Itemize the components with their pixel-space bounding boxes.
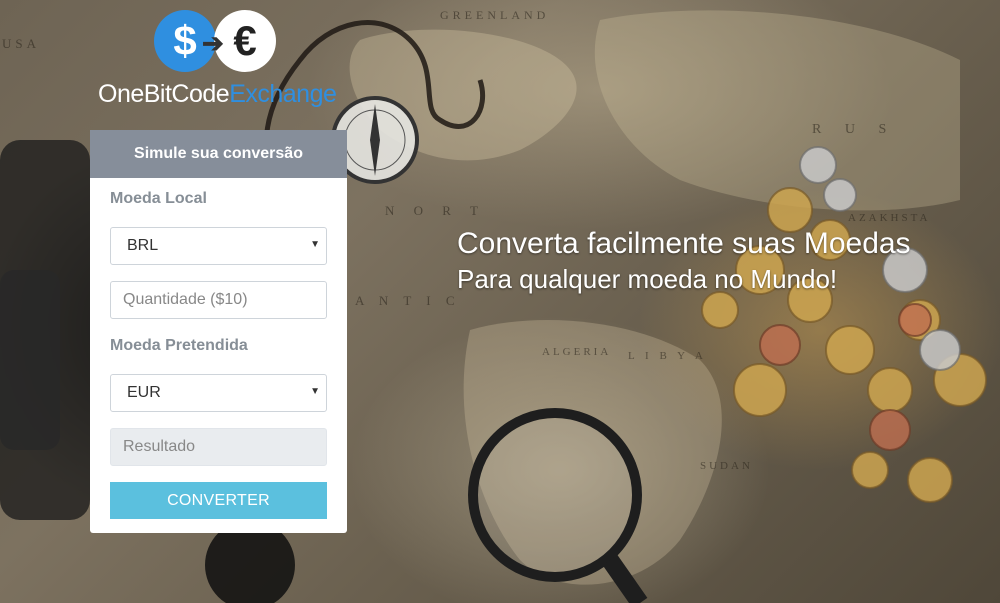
chevron-down-icon: ▼ [310,239,320,250]
hero-subheadline: Para qualquer moeda no Mundo! [457,264,838,294]
map-label-libya: L I B Y A [628,350,707,362]
hero-text: Converta facilmente suas Moedas Para qua… [457,225,911,295]
brand-name-part1: OneBitCode [98,80,230,108]
map-label-north: N O R T [385,203,486,218]
brand-name-part2: Exchange [229,80,337,108]
convert-button[interactable]: CONVERTER [110,482,327,519]
map-label-greenland: GREENLAND [440,8,550,22]
quantity-input[interactable]: Quantidade ($10) [110,281,327,319]
form-body: Moeda Local BRL ▼ Quantidade ($10) Moeda… [90,190,347,519]
brand-name: OneBitCodeExchange [98,80,337,109]
map-label-kazakhstan: AZAKHSTA [848,212,931,224]
target-currency-label: Moeda Pretendida [110,337,248,354]
target-currency-value: EUR [127,384,161,401]
hero-headline: Converta facilmente suas Moedas [457,227,911,260]
chevron-down-icon: ▼ [310,386,320,397]
form-title: Simule sua conversão [90,130,347,178]
map-label-russia: R U S [812,122,897,137]
target-currency-select[interactable]: EUR ▼ [110,374,327,412]
map-label-usa: USA [2,36,41,51]
conversion-form-card: Simule sua conversão Moeda Local BRL ▼ Q… [90,130,347,533]
map-label-algeria: ALGERIA [542,346,612,358]
local-currency-label: Moeda Local [110,190,207,207]
local-currency-value: BRL [127,237,159,254]
local-currency-select[interactable]: BRL ▼ [110,227,327,265]
result-field: Resultado [110,428,327,466]
arrow-right-icon: ➔ [202,28,224,58]
map-label-atlantic: A N T I C [355,293,461,308]
brand-logo[interactable]: $ € ➔ OneBitCodeExchange [96,8,346,113]
map-label-sudan: SUDAN [700,460,753,472]
